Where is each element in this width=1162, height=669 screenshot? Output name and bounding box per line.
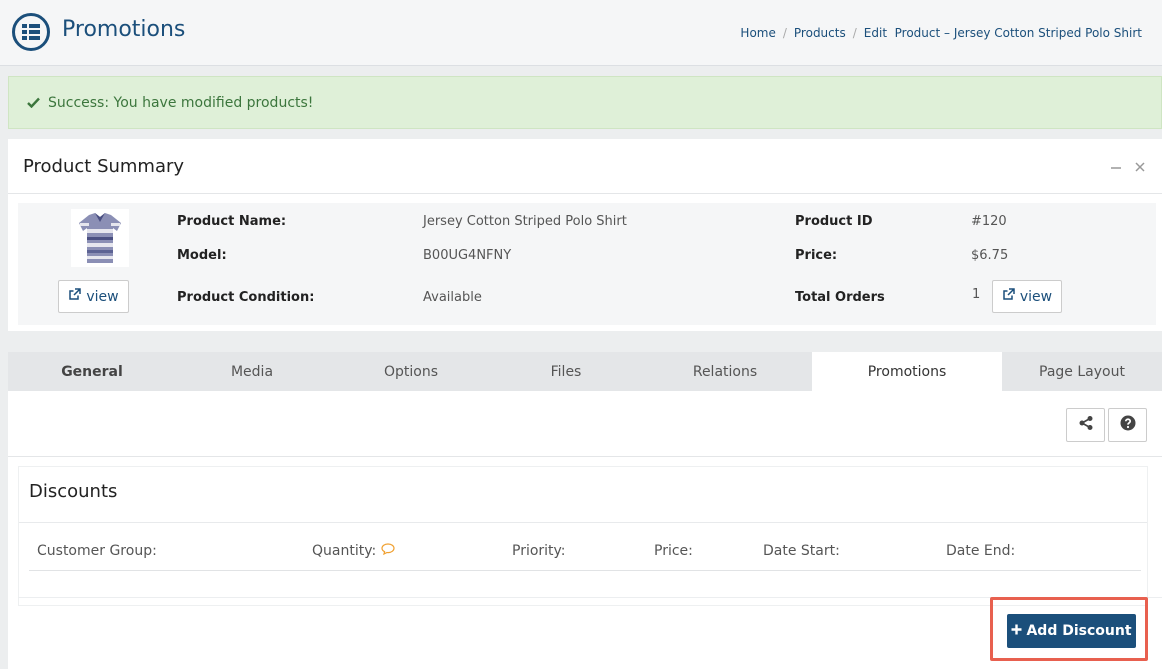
divider (29, 570, 1141, 571)
breadcrumb-current: Edit Product – Jersey Cotton Striped Pol… (863, 26, 1142, 40)
tab-media[interactable]: Media (176, 352, 328, 391)
alert-message: Success: You have modified products! (48, 94, 314, 111)
breadcrumb-separator: / (782, 26, 787, 40)
discounts-section: Discounts Customer Group: Quantity: Prio… (18, 466, 1148, 606)
product-id-label: Product ID (795, 214, 873, 229)
product-name-value: Jersey Cotton Striped Polo Shirt (423, 214, 627, 229)
tab-files[interactable]: Files (494, 352, 638, 391)
tab-page-layout[interactable]: Page Layout (1002, 352, 1162, 391)
divider (18, 597, 1162, 598)
page-header: Promotions Home / Products / Edit Produc… (0, 0, 1162, 66)
product-summary-body: view Product Name: Jersey Cotton Striped… (18, 203, 1156, 325)
product-summary-card: Product Summary view Product Name: Jerse… (8, 139, 1162, 331)
column-label: Quantity: (312, 543, 377, 559)
external-link-icon (68, 288, 82, 305)
plus-icon (1011, 623, 1022, 639)
promotions-panel: Discounts Customer Group: Quantity: Prio… (8, 391, 1162, 669)
breadcrumb-home[interactable]: Home (740, 26, 775, 40)
price-value: $6.75 (971, 248, 1009, 263)
column-label: Priority: (512, 543, 566, 559)
add-discount-button[interactable]: Add Discount (1007, 614, 1136, 648)
comment-icon[interactable] (381, 543, 395, 559)
total-orders-label: Total Orders (795, 290, 885, 305)
list-circle-icon (12, 13, 50, 51)
total-orders-value: 1 (972, 287, 981, 302)
share-button[interactable] (1066, 408, 1105, 442)
divider (8, 456, 1162, 457)
column-price: Price: (654, 543, 693, 559)
discounts-title: Discounts (29, 481, 118, 502)
check-icon (27, 97, 40, 108)
product-name-label: Product Name: (177, 214, 287, 229)
help-button[interactable] (1108, 408, 1147, 442)
card-tools (1110, 158, 1146, 177)
product-id-value: #120 (971, 214, 1007, 229)
column-label: Date End: (946, 543, 1016, 559)
column-date-end: Date End: (946, 543, 1015, 559)
product-summary-title: Product Summary (23, 155, 185, 177)
column-label: Customer Group: (37, 543, 157, 559)
column-quantity: Quantity: (312, 543, 395, 559)
column-customer-group: Customer Group: (37, 543, 157, 559)
external-link-icon (1002, 288, 1015, 305)
success-alert: Success: You have modified products! (8, 76, 1162, 129)
divider (19, 522, 1147, 523)
model-label: Model: (177, 248, 227, 263)
page-title: Promotions (62, 17, 186, 42)
price-label: Price: (795, 248, 838, 263)
view-product-button[interactable]: view (58, 280, 129, 313)
column-date-start: Date Start: (763, 543, 840, 559)
breadcrumb-products[interactable]: Products (794, 26, 846, 40)
product-thumbnail (71, 209, 129, 267)
tab-promotions[interactable]: Promotions (812, 352, 1002, 391)
product-tabs: General Media Options Files Relations Pr… (8, 352, 1162, 391)
tab-relations[interactable]: Relations (638, 352, 812, 391)
add-discount-label: Add Discount (1026, 623, 1132, 639)
breadcrumb-separator: / (852, 26, 857, 40)
column-priority: Priority: (512, 543, 566, 559)
tab-options[interactable]: Options (328, 352, 494, 391)
view-label: view (86, 288, 119, 305)
share-icon (1078, 415, 1094, 435)
breadcrumb: Home / Products / Edit Product – Jersey … (740, 26, 1142, 40)
condition-label: Product Condition: (177, 290, 315, 305)
column-label: Date Start: (763, 543, 840, 559)
product-summary-header: Product Summary (8, 139, 1162, 194)
tab-general[interactable]: General (8, 352, 176, 391)
minimize-icon[interactable] (1110, 158, 1122, 177)
column-label: Price: (654, 543, 693, 559)
condition-value: Available (423, 290, 482, 305)
close-icon[interactable] (1134, 158, 1146, 177)
model-value: B00UG4NFNY (423, 248, 512, 263)
view-orders-button[interactable]: view (992, 280, 1062, 313)
help-icon (1120, 415, 1136, 435)
view-label: view (1019, 288, 1053, 305)
